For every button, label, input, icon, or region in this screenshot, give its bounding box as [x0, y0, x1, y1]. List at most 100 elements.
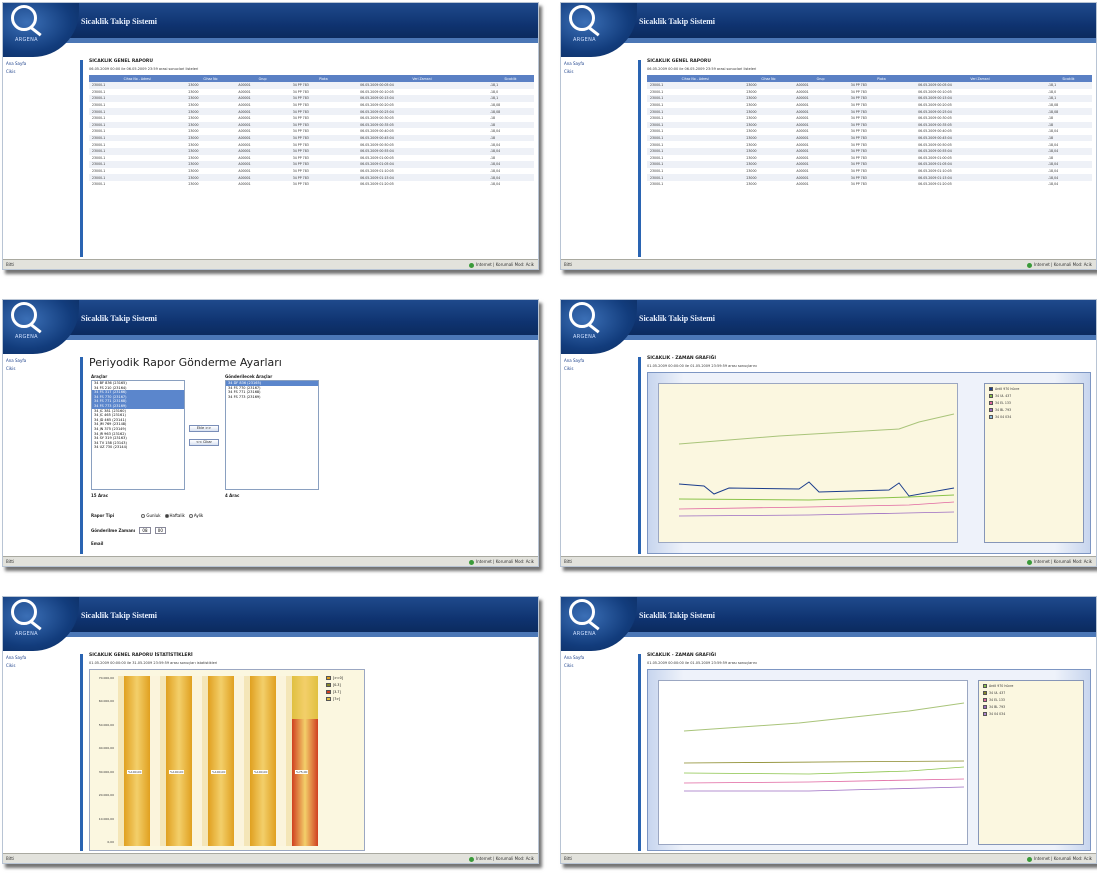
bar[interactable]: %75,00 — [292, 676, 318, 846]
table-row[interactable]: 23000-1 23000 A00001 34 PP 783 06.05.2009 00… — [647, 95, 1092, 102]
table-row[interactable]: 23000-1 23000 A00001 34 PP 783 06.05.2009 00… — [89, 82, 534, 89]
sidebar: Ana Sayfa Cikis — [3, 654, 83, 851]
table-row[interactable]: 23000-1 23000 A00001 34 PP 783 06.05.2009 00… — [89, 141, 534, 148]
table-row[interactable]: 23000-1 23000 A00001 34 PP 783 06.05.2009 01… — [89, 161, 534, 168]
add-button[interactable]: Ekle >> — [189, 425, 219, 432]
table-row[interactable]: 23000-1 23000 A00001 34 PP 783 06.05.2009 00… — [89, 108, 534, 115]
settings-content: Periyodik Rapor Gönderme Ayarları Araçla… — [89, 356, 534, 554]
table-row[interactable]: 23000-1 23000 A00001 34 PP 783 06.05.2009 00… — [89, 147, 534, 155]
column-header[interactable]: Grup — [793, 75, 848, 82]
sidebar-item-logout[interactable]: Cikis — [3, 68, 80, 76]
table-cell: 06.05.2009 00:40:05 — [918, 129, 952, 134]
bar[interactable]: %100,00 — [208, 676, 234, 846]
hour-select[interactable]: 08 — [139, 527, 151, 534]
table-row[interactable]: 23000-1 23000 A00001 34 PP 783 06.05.2009 00… — [647, 141, 1092, 148]
column-header[interactable]: Cihaz No — [185, 75, 236, 82]
globe-icon — [1026, 559, 1032, 565]
sidebar-item-home[interactable]: Ana Sayfa — [561, 60, 638, 68]
table-cell: 34 PP 783 — [292, 116, 309, 121]
report-type-radio[interactable] — [188, 514, 193, 518]
table-cell: 34 PP 783 — [289, 147, 358, 155]
table-row[interactable]: 23000-1 23000 A00001 34 PP 783 06.05.2009 00… — [647, 102, 1092, 109]
sidebar-item-home[interactable]: Ana Sayfa — [3, 357, 80, 365]
selected-vehicle-listbox[interactable]: 34 DF 836 (23165) 34 FS 770 (23167) 34 FS … — [225, 380, 319, 490]
column-header[interactable]: Plaka — [847, 75, 916, 82]
screenshot-general-report-1: ARGENA Sicaklik Takip Sistemi Ana Sayfa C… — [2, 2, 539, 270]
legend-swatch — [983, 691, 987, 695]
column-header[interactable]: Cihaz No — [743, 75, 794, 82]
app-title: Sicaklik Takip Sistemi — [639, 314, 716, 323]
sidebar-item-logout[interactable]: Cikis — [561, 68, 638, 76]
sidebar-item-home[interactable]: Ana Sayfa — [561, 654, 638, 662]
table-row[interactable]: 23000-1 23000 A00001 34 PP 783 06.05.2009 00… — [89, 95, 534, 102]
table-row[interactable]: 23000-1 23000 A00001 34 PP 783 06.05.2009 00… — [647, 128, 1092, 135]
sidebar-item-logout[interactable]: Cikis — [561, 365, 638, 373]
stats-content: SICAKLIK GENEL RAPORU İSTATİSTİKLERİ 01.… — [89, 653, 534, 851]
table-row[interactable]: 23000-1 23000 A00001 34 PP 783 06.05.2009 01… — [647, 181, 1092, 188]
table-row[interactable]: 23000-1 23000 A00001 34 PP 783 06.05.2009 00… — [647, 147, 1092, 155]
table-row[interactable]: 23000-1 23000 A00001 34 PP 783 06.05.2009 00… — [89, 102, 534, 109]
series-line — [678, 511, 955, 517]
bar[interactable]: %100,00 — [166, 676, 192, 846]
table-cell: -18,04 — [1044, 161, 1092, 168]
column-header[interactable]: Cihaz No - Adresi — [647, 75, 744, 82]
column-header[interactable]: Grup — [235, 75, 290, 82]
table-row[interactable]: 23000-1 23000 A00001 34 PP 783 06.05.2009 00… — [647, 121, 1092, 129]
table-cell: 23000-1 — [647, 82, 744, 89]
bar[interactable]: %100,00 — [250, 676, 276, 846]
table-row[interactable]: 23000-1 23000 A00001 34 PP 783 06.05.2009 01… — [89, 155, 534, 162]
sidebar-item-logout[interactable]: Cikis — [3, 662, 80, 670]
table-row[interactable]: 23000-1 23000 A00001 34 PP 783 06.05.2009 01… — [647, 155, 1092, 162]
report-type-label: Haftalik — [169, 513, 185, 518]
table-row[interactable]: 23000-1 23000 A00001 34 PP 783 06.05.2009 00… — [647, 89, 1092, 96]
sidebar-item-home[interactable]: Ana Sayfa — [561, 357, 638, 365]
list-item[interactable]: 34 UZ 730 (23144) — [92, 445, 184, 450]
sidebar-item-logout[interactable]: Cikis — [561, 662, 638, 670]
sidebar-item-home[interactable]: Ana Sayfa — [3, 60, 80, 68]
table-cell: -18 — [486, 134, 534, 142]
minute-select[interactable]: 00 — [154, 527, 166, 534]
column-header[interactable]: Sicaklik — [1044, 75, 1092, 82]
table-row[interactable]: 23000-1 23000 A00001 34 PP 783 06.05.2009 01… — [647, 161, 1092, 168]
table-row[interactable]: 23000-1 23000 A00001 34 PP 783 06.05.2009 01… — [89, 174, 534, 181]
table-row[interactable]: 23000-1 23000 A00001 34 PP 783 06.05.2009 00… — [647, 108, 1092, 115]
table-cell: -18 — [486, 121, 534, 129]
sidebar-item-home[interactable]: Ana Sayfa — [3, 654, 80, 662]
table-cell: 23000-1 — [89, 108, 186, 115]
bar[interactable]: %100,00 — [124, 676, 150, 846]
table-row[interactable]: 23000-1 23000 A00001 34 PP 783 06.05.2009 00… — [89, 134, 534, 142]
legend-swatch — [989, 387, 993, 391]
chart-frame: Ardil 970 hücre 34 UL 437 34 EL 133 34 BL 7… — [647, 372, 1091, 554]
table-cell: A00001 — [796, 103, 809, 108]
table-row[interactable]: 23000-1 23000 A00001 34 PP 783 06.05.2009 00… — [89, 128, 534, 135]
series-line — [683, 760, 965, 764]
y-axis: 70.000,00 60.000,00 50.000,00 40.000,00 30.0… — [90, 676, 116, 846]
column-header[interactable]: Veri Zamani — [915, 75, 1045, 82]
table-row[interactable]: 23000-1 23000 A00001 34 PP 783 06.05.2009 00… — [647, 82, 1092, 89]
table-cell: 34 PP 783 — [850, 155, 867, 160]
app-logo: ARGENA — [561, 597, 637, 651]
table-row[interactable]: 23000-1 23000 A00001 34 PP 783 06.05.2009 00… — [89, 89, 534, 96]
table-row[interactable]: 23000-1 23000 A00001 34 PP 783 06.05.2009 00… — [647, 115, 1092, 122]
table-cell: -18 — [1047, 116, 1054, 121]
remove-button[interactable]: << Cikar — [189, 439, 219, 446]
table-row[interactable]: 23000-1 23000 A00001 34 PP 783 06.05.2009 01… — [647, 168, 1092, 175]
column-header[interactable]: Veri Zamani — [357, 75, 487, 82]
table-row[interactable]: 23000-1 23000 A00001 34 PP 783 06.05.2009 00… — [89, 121, 534, 129]
vehicle-listbox[interactable]: 34 BF 836 (23165) 34 FS 210 (23164) 34 FS … — [91, 380, 185, 490]
column-header[interactable]: Sicaklik — [486, 75, 534, 82]
table-cell: 23000 — [743, 95, 794, 102]
table-cell: 06.05.2009 01:10:05 — [918, 169, 952, 174]
table-row[interactable]: 23000-1 23000 A00001 34 PP 783 06.05.2009 00… — [647, 134, 1092, 142]
table-row[interactable]: 23000-1 23000 A00001 34 PP 783 06.05.2009 01… — [89, 168, 534, 175]
email-label: Email — [91, 541, 104, 546]
table-row[interactable]: 23000-1 23000 A00001 34 PP 783 06.05.2009 00… — [89, 115, 534, 122]
report-type-radio[interactable] — [141, 514, 146, 518]
report-type-radio[interactable] — [164, 514, 169, 518]
column-header[interactable]: Plaka — [289, 75, 358, 82]
table-row[interactable]: 23000-1 23000 A00001 34 PP 783 06.05.2009 01… — [647, 174, 1092, 181]
column-header[interactable]: Cihaz No - Adresi — [89, 75, 186, 82]
table-row[interactable]: 23000-1 23000 A00001 34 PP 783 06.05.2009 01… — [89, 181, 534, 188]
list-item[interactable]: 34 FS 773 (23169) — [226, 395, 318, 400]
sidebar-item-logout[interactable]: Cikis — [3, 365, 80, 373]
